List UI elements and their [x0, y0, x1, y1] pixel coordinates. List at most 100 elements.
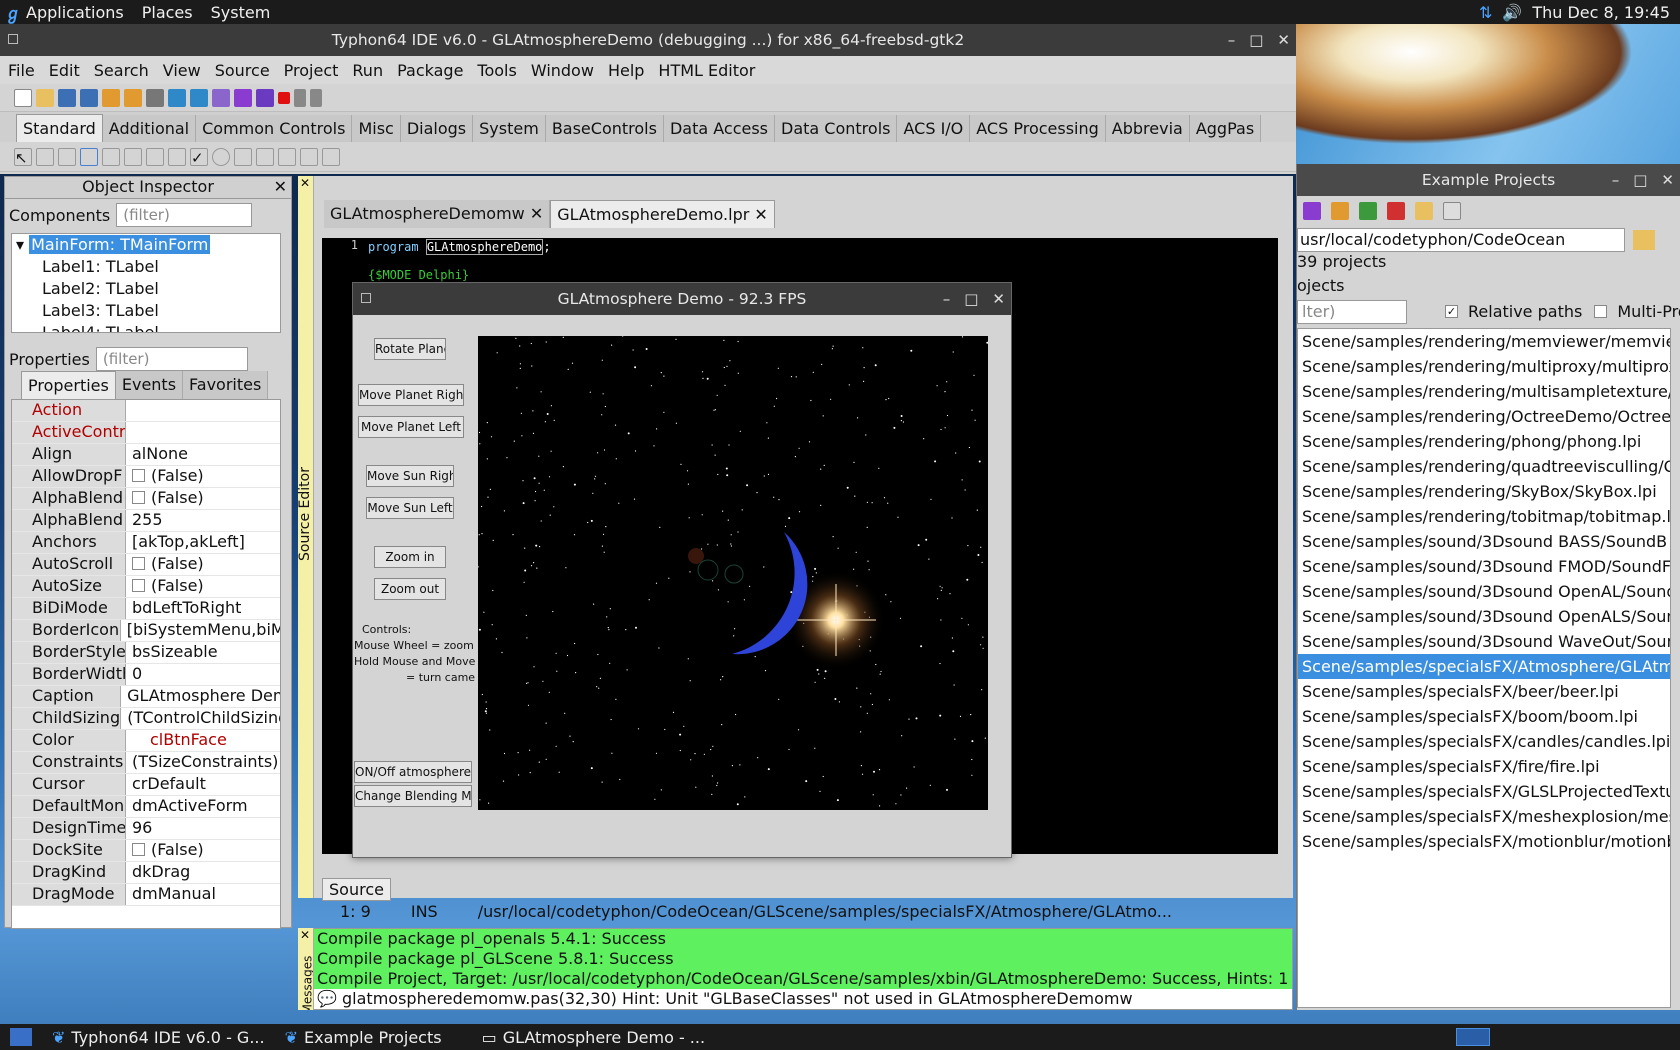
property-value[interactable]: bsSizeable	[126, 642, 218, 663]
taskbar-item-example-projects[interactable]: ❦ Example Projects	[275, 1024, 452, 1050]
property-value[interactable]: crDefault	[126, 774, 206, 795]
workspace-switcher[interactable]	[1456, 1028, 1490, 1046]
property-checkbox[interactable]	[132, 491, 145, 504]
step-into-icon[interactable]	[294, 88, 306, 107]
folder-icon[interactable]	[1415, 202, 1433, 220]
minimize-icon[interactable]: –	[943, 290, 951, 308]
properties-filter-input[interactable]: (filter)	[95, 347, 248, 371]
property-row[interactable]: Action	[12, 400, 280, 422]
tab-system[interactable]: System	[473, 115, 546, 142]
clock[interactable]: Thu Dec 8, 19:45	[1532, 3, 1670, 22]
property-row[interactable]: BorderWidth 0	[12, 664, 280, 686]
property-row[interactable]: ChildSizing (TControlChildSizing	[12, 708, 280, 730]
tab-acs-io[interactable]: ACS I/O	[897, 115, 971, 142]
property-row[interactable]: DesignTime 96	[12, 818, 280, 840]
menu-project[interactable]: Project	[284, 61, 339, 80]
property-value[interactable]: bdLeftToRight	[126, 598, 241, 619]
ep-browse-folder-icon[interactable]	[1633, 230, 1655, 250]
panel-icon[interactable]	[322, 147, 340, 166]
ep-project-item[interactable]: Scene/samples/sound/3Dsound OpenALS/Soun	[1298, 604, 1670, 629]
menu-edit[interactable]: Edit	[49, 61, 80, 80]
property-checkbox[interactable]	[132, 579, 145, 592]
move-planet-right-button[interactable]: Move Planet Right	[358, 384, 464, 406]
tree-node-label[interactable]: MainForm: TMainForm	[29, 235, 211, 254]
property-value[interactable]: (False)	[126, 840, 204, 861]
message-line[interactable]: Compile Project, Target: /usr/local/code…	[299, 969, 1292, 989]
tab-data-access[interactable]: Data Access	[663, 115, 776, 142]
property-value[interactable]: [akTop,akLeft]	[126, 532, 245, 553]
property-value[interactable]: [biSystemMenu,biMi	[121, 620, 280, 641]
remove-icon[interactable]	[1387, 202, 1405, 220]
package-icon[interactable]	[102, 88, 120, 107]
property-row[interactable]: ActiveContr	[12, 422, 280, 444]
tab-favorites[interactable]: Favorites	[183, 371, 269, 399]
gl-scene-viewport[interactable]	[478, 336, 988, 810]
ep-project-item[interactable]: Scene/samples/specialsFX/candles/candles…	[1298, 729, 1670, 754]
property-value[interactable]: (False)	[126, 466, 204, 487]
menu-tools[interactable]: Tools	[477, 61, 516, 80]
property-value[interactable]: dmActiveForm	[126, 796, 248, 817]
property-value[interactable]: (False)	[126, 554, 204, 575]
step-over-icon[interactable]	[310, 88, 322, 107]
ep-project-item[interactable]: Scene/samples/specialsFX/motionblur/moti…	[1298, 829, 1670, 854]
tab-data-controls[interactable]: Data Controls	[775, 115, 898, 142]
mainmenu-icon[interactable]	[36, 147, 54, 166]
move-sun-left-button[interactable]: Move Sun Left	[366, 497, 454, 519]
window-menu-icon[interactable]	[361, 293, 371, 303]
property-value[interactable]: dkDrag	[126, 862, 190, 883]
property-value[interactable]	[126, 422, 132, 443]
ep-project-item[interactable]: Scene/samples/rendering/tobitmap/tobitma…	[1298, 504, 1670, 529]
ep-project-item[interactable]: Scene/samples/sound/3Dsound BASS/SoundB	[1298, 529, 1670, 554]
build-icon[interactable]	[1331, 202, 1349, 220]
memo-icon[interactable]	[146, 147, 164, 166]
show-desktop-icon[interactable]	[10, 1028, 32, 1046]
network-icon[interactable]: ⇅	[1479, 3, 1492, 22]
forms-icon[interactable]	[190, 88, 208, 107]
menu-system[interactable]: System	[211, 3, 271, 22]
property-row[interactable]: Color clBtnFace	[12, 730, 280, 752]
multi-project-checkbox[interactable]	[1594, 305, 1608, 318]
menu-help[interactable]: Help	[608, 61, 644, 80]
property-value[interactable]	[126, 400, 132, 421]
menu-view[interactable]: View	[163, 61, 201, 80]
property-row[interactable]: Caption GLAtmosphere Dem	[12, 686, 280, 708]
source-editor-close-icon[interactable]: ✕	[300, 176, 310, 190]
property-value[interactable]: alNone	[126, 444, 188, 465]
replace-icon[interactable]	[80, 88, 98, 107]
menu-source[interactable]: Source	[215, 61, 270, 80]
ep-project-item[interactable]: Scene/samples/rendering/multisampletextu…	[1298, 379, 1670, 404]
tab-dialogs[interactable]: Dialogs	[400, 115, 474, 142]
tab-common-controls[interactable]: Common Controls	[196, 115, 353, 142]
ep-project-item[interactable]: Scene/samples/rendering/phong/phong.lpi	[1298, 429, 1670, 454]
volume-icon[interactable]: 🔊	[1502, 3, 1522, 22]
property-checkbox[interactable]	[132, 557, 145, 570]
options-icon[interactable]	[168, 88, 186, 107]
ep-project-item[interactable]: Scene/samples/sound/3Dsound FMOD/SoundF	[1298, 554, 1670, 579]
property-checkbox[interactable]	[132, 469, 145, 482]
listbox-icon[interactable]	[234, 147, 252, 166]
tree-node[interactable]: Label2: TLabel	[12, 278, 280, 300]
zoom-out-button[interactable]: Zoom out	[374, 578, 446, 600]
close-icon[interactable]: ✕	[1661, 171, 1674, 189]
label-icon[interactable]	[102, 147, 120, 166]
tab-aggpas[interactable]: AggPas	[1189, 115, 1262, 142]
close-icon[interactable]: ✕	[992, 290, 1005, 308]
button-icon[interactable]	[80, 147, 98, 166]
maximize-icon[interactable]: □	[1633, 171, 1647, 189]
toggle-atmosphere-button[interactable]: ON/Off atmosphere	[354, 761, 472, 783]
run-icon[interactable]	[234, 88, 252, 107]
tab-additional[interactable]: Additional	[102, 115, 197, 142]
maximize-icon[interactable]: □	[1249, 31, 1263, 49]
save-icon[interactable]	[146, 88, 164, 107]
property-value[interactable]: GLAtmosphere Dem	[121, 686, 280, 707]
find-icon[interactable]	[58, 88, 76, 107]
ep-project-item[interactable]: Scene/samples/specialsFX/meshexplosion/m…	[1298, 804, 1670, 829]
ep-project-item[interactable]: Scene/samples/specialsFX/GLSLProjectedTe…	[1298, 779, 1670, 804]
stop-icon[interactable]	[278, 91, 290, 104]
ep-project-item[interactable]: Scene/samples/rendering/memviewer/memvie…	[1298, 329, 1670, 354]
maximize-icon[interactable]: □	[964, 290, 978, 308]
tab-glatmospheredemomw[interactable]: GLAtmosphereDemomw ✕	[324, 200, 551, 228]
property-row[interactable]: AutoSize (False)	[12, 576, 280, 598]
menu-search[interactable]: Search	[94, 61, 149, 80]
tree-node[interactable]: Label1: TLabel	[12, 256, 280, 278]
